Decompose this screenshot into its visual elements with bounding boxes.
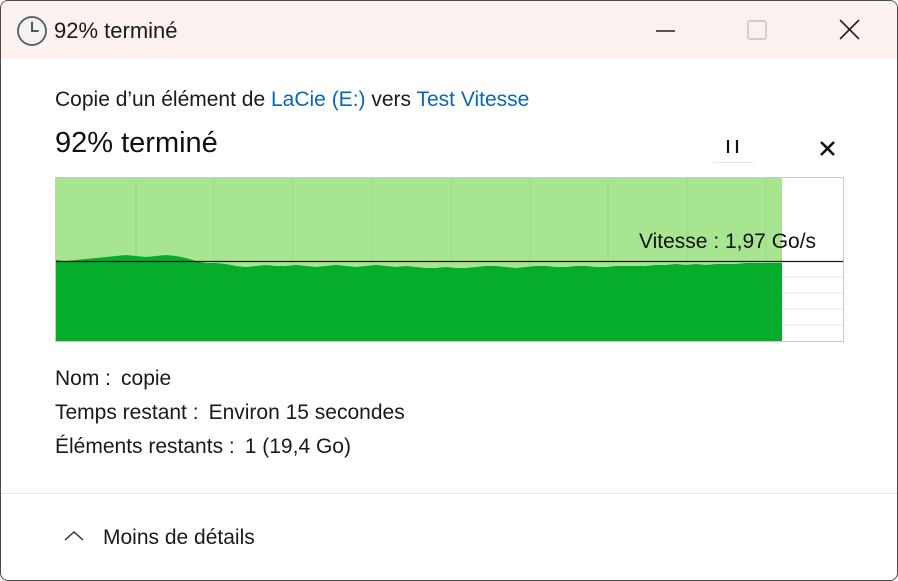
window-title: 92% terminé	[54, 18, 178, 43]
close-window-button[interactable]	[803, 1, 895, 59]
copy-prefix: Copie d’un élément de	[55, 88, 271, 111]
progress-heading: 92% terminé	[55, 127, 218, 159]
copy-description: Copie d’un élément de LaCie (E:) vers Te…	[55, 88, 529, 112]
speed-label: Vitesse : 1,97 Go/s	[639, 230, 817, 253]
destination-link[interactable]: Test Vitesse	[416, 88, 529, 111]
fewer-details-button[interactable]: Moins de détails	[57, 517, 317, 557]
maximize-button[interactable]	[711, 1, 803, 59]
title-bar[interactable]: 92% terminé	[1, 1, 897, 59]
time-remaining-value: Environ 15 secondes	[208, 401, 405, 424]
cancel-icon	[820, 141, 835, 156]
name-value: copie	[121, 367, 172, 390]
close-icon	[839, 19, 860, 40]
items-remaining-value: 1 (19,4 Go)	[244, 435, 351, 458]
minimize-button[interactable]	[619, 1, 711, 59]
footer-divider	[1, 493, 897, 494]
detail-time-row: Temps restant : Environ 15 secondes	[55, 401, 405, 425]
pause-button[interactable]	[713, 131, 753, 163]
fewer-details-label: Moins de détails	[103, 526, 255, 549]
maximize-icon	[747, 20, 767, 40]
time-remaining-label: Temps restant :	[55, 401, 199, 424]
speed-graph-canvas	[56, 178, 843, 341]
clock-icon	[16, 15, 48, 47]
copy-middle: vers	[365, 88, 417, 111]
throughput-area	[56, 255, 782, 341]
copy-progress-window: 92% terminé Copie d’un élément de LaCie …	[0, 0, 898, 581]
minimize-icon	[656, 30, 675, 32]
cancel-button[interactable]	[807, 133, 847, 165]
chevron-up-icon	[63, 529, 85, 548]
pause-icon	[726, 140, 739, 153]
remaining-grid-lines	[782, 276, 843, 326]
items-remaining-label: Éléments restants :	[55, 435, 235, 458]
name-label: Nom :	[55, 367, 112, 390]
detail-items-row: Éléments restants : 1 (19,4 Go)	[55, 435, 351, 459]
transfer-speed-graph	[55, 177, 844, 342]
source-link[interactable]: LaCie (E:)	[271, 88, 366, 111]
detail-name-row: Nom : copie	[55, 367, 171, 391]
